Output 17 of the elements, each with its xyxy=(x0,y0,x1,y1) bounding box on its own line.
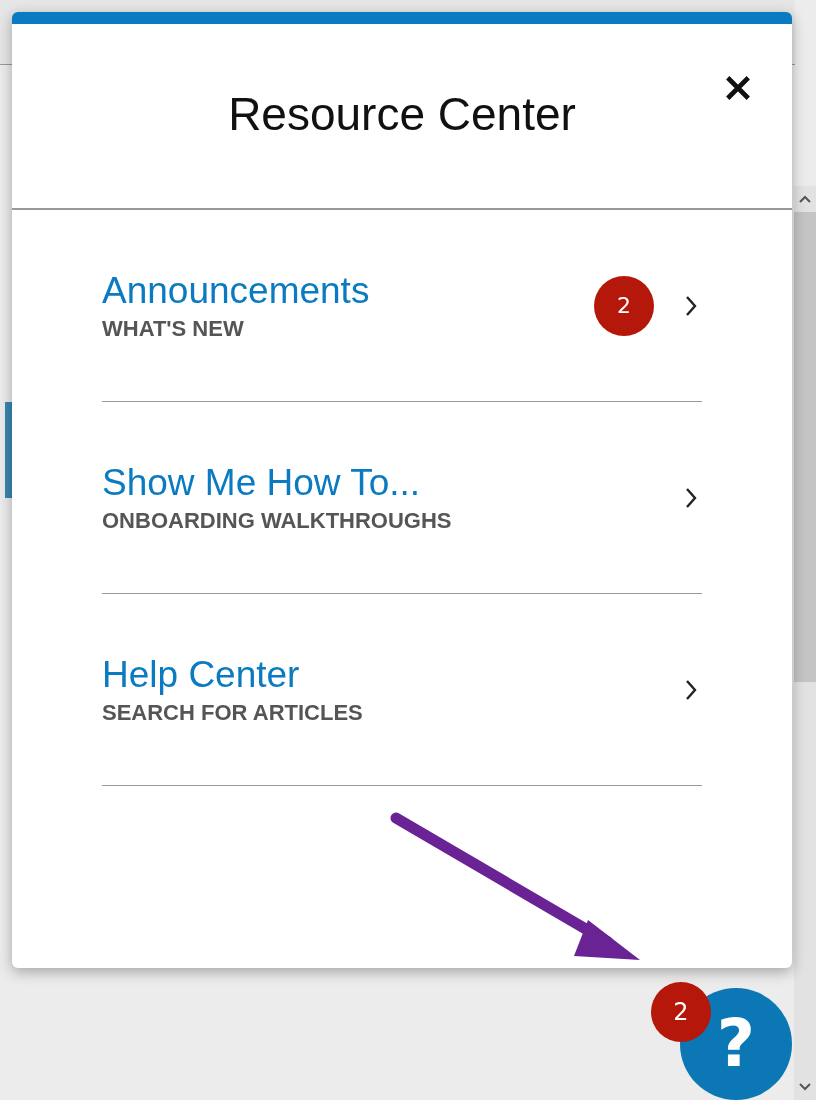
scroll-up-icon[interactable] xyxy=(798,194,812,204)
panel-title: Resource Center xyxy=(228,87,576,141)
scrollbar[interactable] xyxy=(794,186,816,1100)
item-title: Help Center xyxy=(102,653,301,696)
item-subtitle: WHAT'S NEW xyxy=(102,315,245,342)
count-badge: 2 xyxy=(594,275,654,336)
item-subtitle: ONBOARDING WALKTHROUGHS xyxy=(102,507,453,534)
menu-item[interactable]: Help Center SEARCH FOR ARTICLES xyxy=(102,594,702,786)
menu-item[interactable]: Show Me How To... ONBOARDING WALKTHROUGHS xyxy=(102,402,702,594)
item-title: Show Me How To... xyxy=(102,461,422,504)
item-title: Announcements xyxy=(102,269,371,312)
scroll-down-icon[interactable] xyxy=(798,1082,812,1092)
item-subtitle: SEARCH FOR ARTICLES xyxy=(102,699,364,726)
close-icon[interactable] xyxy=(724,74,752,102)
scrollbar-thumb[interactable] xyxy=(794,212,816,682)
notification-badge: 2 xyxy=(651,982,711,1042)
menu-item[interactable]: Announcements WHAT'S NEW 2 xyxy=(102,210,702,402)
